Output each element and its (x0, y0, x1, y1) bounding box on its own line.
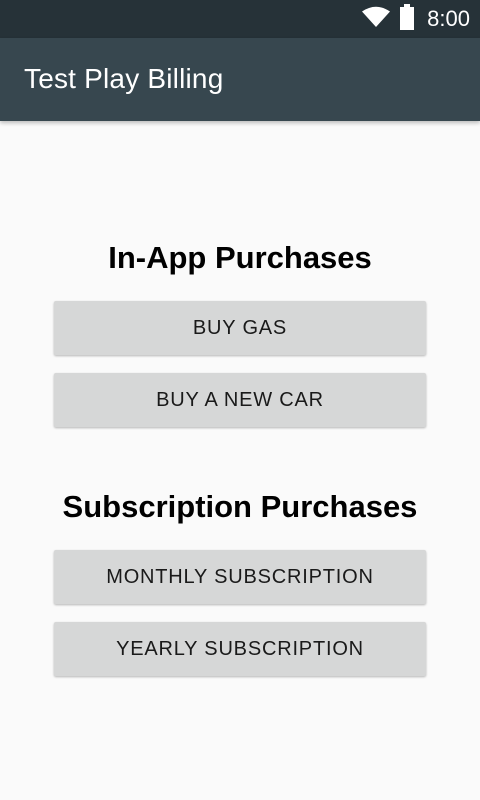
monthly-subscription-button[interactable]: MONTHLY SUBSCRIPTION (54, 550, 426, 604)
app-title: Test Play Billing (24, 63, 224, 94)
buy-gas-button[interactable]: BUY GAS (54, 301, 426, 355)
status-bar: 8:00 (0, 0, 480, 38)
status-icons: 8:00 (361, 0, 470, 38)
in-app-purchases-heading: In-App Purchases (108, 240, 372, 275)
yearly-subscription-button[interactable]: YEARLY SUBSCRIPTION (54, 622, 426, 676)
status-time: 8:00 (427, 6, 470, 31)
battery-icon (399, 3, 415, 35)
app-bar: Test Play Billing (0, 38, 480, 121)
wifi-icon (361, 6, 391, 33)
app-screen: 8:00 Test Play Billing In-App Purchases … (0, 0, 480, 800)
subscription-purchases-heading: Subscription Purchases (62, 489, 418, 524)
buy-new-car-button[interactable]: BUY A NEW CAR (54, 373, 426, 427)
